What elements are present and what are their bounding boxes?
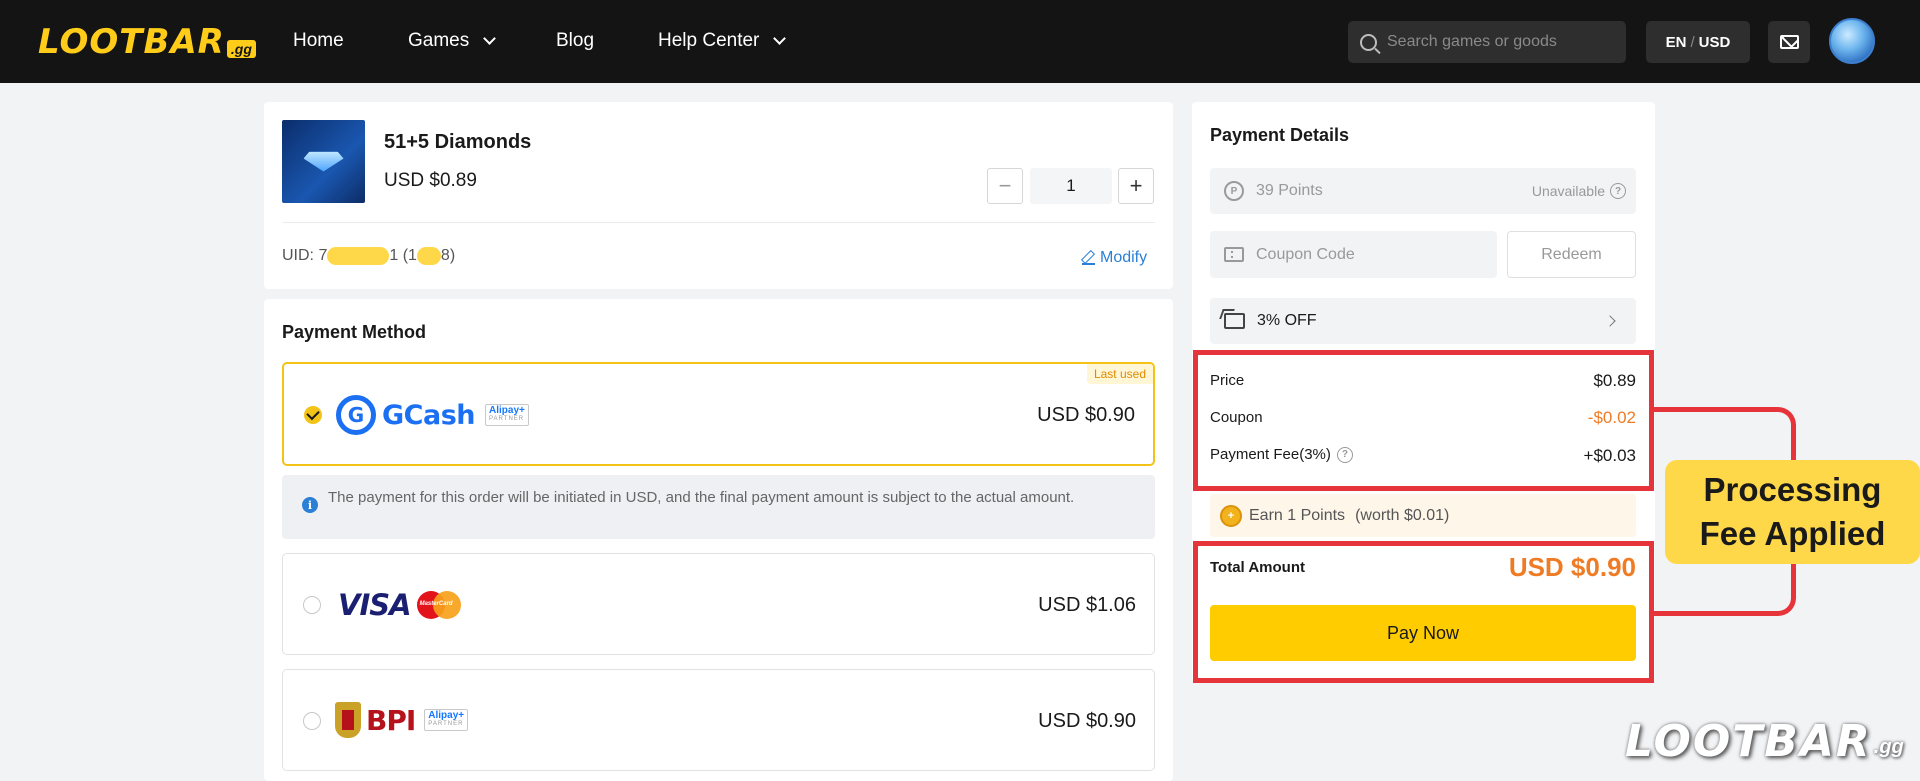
earn-points-bar: + Earn 1 Points (worth $0.01) [1210, 494, 1636, 537]
uid-row: UID: 7 1 (1 8) [282, 247, 455, 265]
discount-label: 3% OFF [1257, 312, 1317, 329]
search-icon [1360, 33, 1377, 51]
payment-details-title: Payment Details [1210, 125, 1350, 145]
product-title: 51+5 Diamonds [384, 131, 532, 153]
uid-end: 8) [440, 247, 456, 264]
product-image [282, 120, 365, 203]
alipay-partner-badge: Alipay+ PARTNER [485, 404, 529, 426]
annotation-label: Processing Fee Applied [1665, 460, 1920, 564]
bpi-name: BPI [366, 703, 416, 737]
gold-coin-icon: + [1220, 504, 1242, 527]
mail-icon [1779, 35, 1799, 49]
visa-amount: USD $1.06 [1038, 594, 1136, 616]
quantity-decrease-button[interactable]: − [987, 168, 1023, 204]
uid-redaction [327, 247, 390, 265]
diamond-icon [303, 151, 344, 172]
nav-home-label: Home [293, 30, 344, 51]
coupon-field[interactable] [1210, 231, 1497, 278]
currency-label: USD [1698, 33, 1731, 51]
modify-label: Modify [1100, 249, 1148, 266]
product-price: USD $0.89 [384, 170, 477, 191]
payment-option-gcash[interactable]: Last used G GCash Alipay+ PARTNER USD $0… [282, 362, 1155, 466]
quantity-increase-button[interactable]: + [1118, 168, 1154, 204]
gcash-g-icon: G [336, 395, 376, 435]
points-label: 39 Points [1256, 182, 1323, 199]
coupon-input[interactable] [1256, 245, 1486, 264]
points-coin-icon: P [1224, 181, 1244, 201]
nav-games[interactable]: Games [408, 28, 497, 54]
partner-label: PARTNER [428, 721, 464, 727]
modify-link[interactable]: Modify [1082, 249, 1147, 267]
chevron-down-icon [483, 32, 497, 45]
payment-option-visa[interactable]: VISA MasterCard USD $1.06 [282, 553, 1155, 655]
uid-prefix: UID: 7 [282, 247, 328, 264]
nav-games-label: Games [408, 30, 470, 51]
quantity-value[interactable]: 1 [1030, 168, 1112, 204]
alipay-label: Alipay+ [489, 405, 525, 416]
points-unavailable: Unavailable ? [1532, 183, 1626, 199]
earn-points-worth: (worth $0.01) [1355, 506, 1450, 524]
bpi-logo: BPI Alipay+ PARTNER [335, 702, 469, 738]
radio-unchecked-icon [303, 712, 321, 730]
radio-checked-icon [304, 406, 322, 424]
nav-blog[interactable]: Blog [556, 28, 594, 54]
product-divider [282, 222, 1155, 223]
partner-label: PARTNER [489, 416, 525, 422]
search-box[interactable] [1348, 21, 1626, 63]
messages-button[interactable] [1768, 21, 1810, 63]
user-avatar[interactable] [1829, 18, 1875, 64]
earn-points-text: Earn 1 Points [1249, 506, 1346, 524]
points-unavailable-label: Unavailable [1531, 183, 1605, 199]
alipay-label: Alipay+ [428, 710, 465, 721]
logo-text: LOOTBAR [38, 22, 225, 62]
payment-info-text: The payment for this order will be initi… [328, 489, 1075, 506]
discount-row[interactable]: 3% OFF [1210, 298, 1636, 344]
uid-redaction [416, 247, 441, 265]
annotation-highlight-total [1193, 541, 1654, 683]
lootbar-logo[interactable]: LOOTBAR .gg [38, 20, 256, 64]
gcash-name: GCash [382, 399, 476, 431]
bpi-amount: USD $0.90 [1038, 710, 1136, 732]
nav-help-center-label: Help Center [658, 30, 760, 51]
payment-info-notice: i The payment for this order will be ini… [282, 475, 1155, 539]
top-navbar: LOOTBAR .gg Home Games Blog Help Center … [0, 0, 1920, 83]
edit-icon [1082, 252, 1095, 265]
visa-name: VISA [338, 588, 412, 622]
coupon-ticket-icon [1224, 247, 1244, 262]
nav-help-center[interactable]: Help Center [658, 28, 787, 54]
payment-method-title: Payment Method [282, 322, 427, 342]
language-currency-button[interactable]: EN / USD [1646, 21, 1750, 63]
mastercard-icon: MasterCard [416, 591, 461, 619]
lang-separator: / [1690, 33, 1695, 51]
logo-suffix: .gg [226, 40, 256, 58]
search-input[interactable] [1387, 33, 1607, 51]
points-row: P 39 Points Unavailable ? [1210, 168, 1636, 214]
alipay-partner-badge: Alipay+ PARTNER [424, 709, 469, 731]
last-used-badge: Last used [1086, 364, 1153, 384]
redeem-button[interactable]: Redeem [1507, 231, 1636, 278]
gcash-logo: G GCash Alipay+ PARTNER [336, 395, 529, 435]
bpi-crest-icon [335, 702, 361, 738]
payment-option-bpi[interactable]: BPI Alipay+ PARTNER USD $0.90 [282, 669, 1155, 771]
chevron-down-icon [773, 32, 787, 45]
gcash-amount: USD $0.90 [1037, 404, 1135, 426]
language-label: EN [1665, 33, 1687, 51]
annotation-highlight-fees [1193, 350, 1654, 491]
mastercard-label: MasterCard [419, 601, 453, 607]
nav-blog-label: Blog [556, 30, 595, 51]
nav-home[interactable]: Home [293, 28, 344, 54]
watermark-text: LOOTBAR [1625, 716, 1872, 767]
radio-unchecked-icon [303, 596, 321, 614]
discount-voucher-icon [1224, 313, 1245, 329]
watermark-suffix: .gg [1873, 736, 1904, 758]
help-icon[interactable]: ? [1610, 183, 1626, 199]
lootbar-watermark: LOOTBAR .gg [1625, 716, 1904, 768]
chevron-right-icon [1604, 315, 1616, 327]
info-icon: i [302, 497, 318, 513]
visa-mastercard-logo: VISA MasterCard [338, 588, 461, 622]
uid-mid: 1 (1 [389, 247, 417, 264]
